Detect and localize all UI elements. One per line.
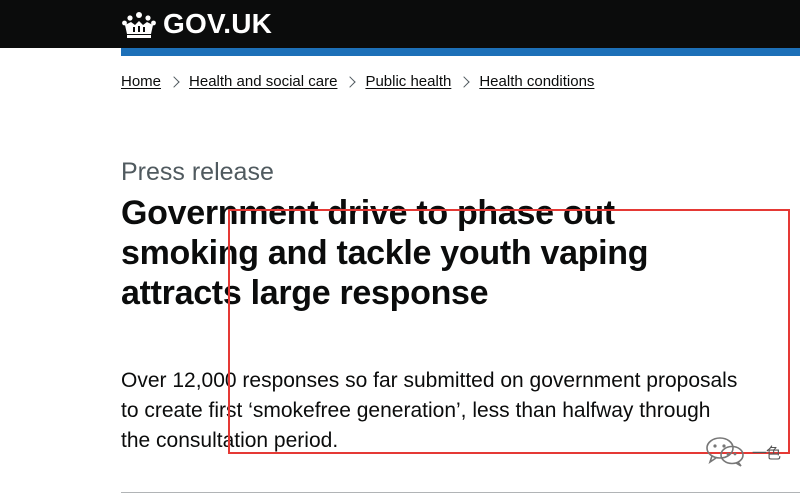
crown-icon bbox=[122, 12, 156, 38]
chevron-right-icon bbox=[168, 75, 180, 88]
header-accent-bar bbox=[121, 48, 800, 56]
breadcrumb-health-conditions[interactable]: Health conditions bbox=[479, 73, 594, 90]
highlight-annotation-box bbox=[228, 209, 790, 454]
logo-text: GOV.UK bbox=[163, 8, 273, 39]
breadcrumb-health-and-social-care[interactable]: Health and social care bbox=[189, 73, 337, 90]
chevron-right-icon bbox=[458, 75, 471, 88]
watermark-text: 一色 bbox=[752, 444, 781, 462]
breadcrumb-public-health[interactable]: Public health bbox=[365, 73, 451, 90]
site-header: GOV.UK bbox=[0, 0, 800, 48]
wechat-icon bbox=[706, 437, 744, 467]
breadcrumb: Home Health and social care Public healt… bbox=[121, 73, 594, 90]
govuk-logo-link[interactable]: GOV.UK bbox=[121, 7, 272, 41]
section-divider bbox=[121, 492, 800, 493]
breadcrumb-home[interactable]: Home bbox=[121, 73, 161, 90]
chevron-right-icon bbox=[344, 75, 357, 88]
watermark: 一色 bbox=[704, 435, 781, 469]
page-caption: Press release bbox=[121, 158, 274, 186]
